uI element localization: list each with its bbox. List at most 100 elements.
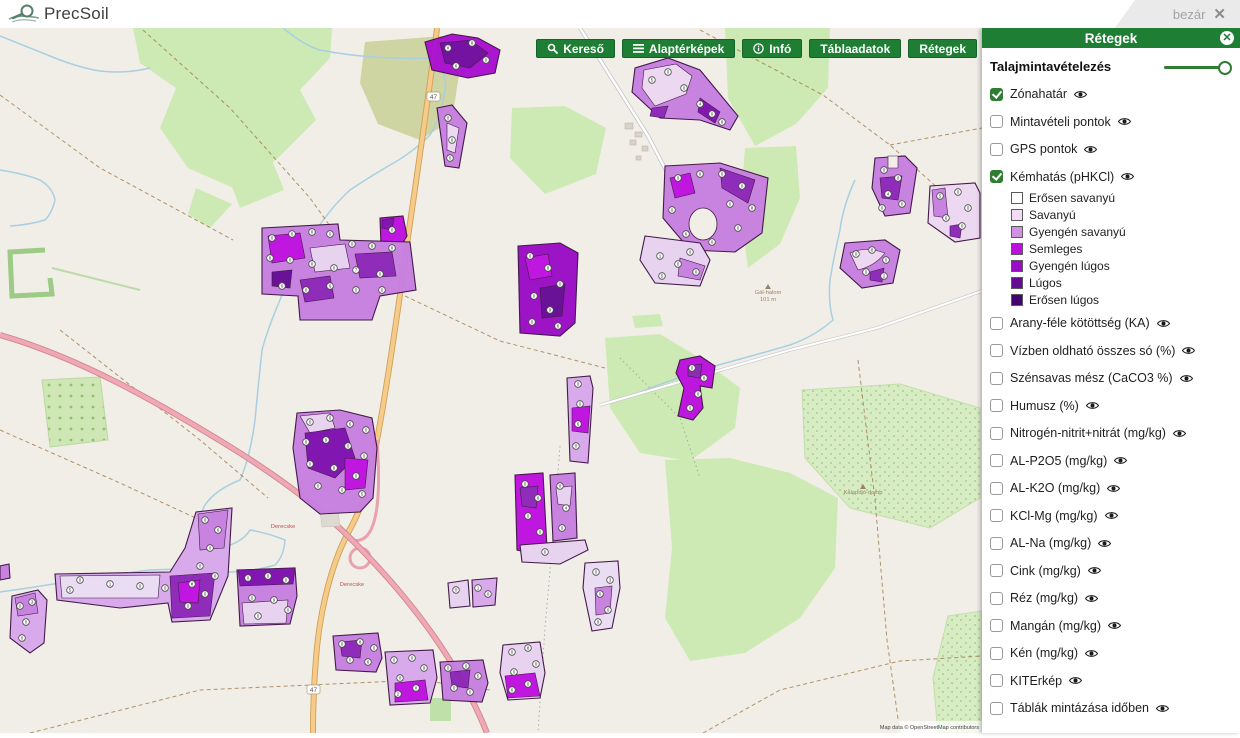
layer-checkbox[interactable]: [990, 372, 1003, 385]
map-base: [0, 28, 982, 733]
layer-checkbox[interactable]: [990, 509, 1003, 522]
layer-checkbox[interactable]: [990, 115, 1003, 128]
sample-marker-label: 0: [411, 656, 414, 661]
sample-marker-label: 0: [711, 240, 714, 245]
eye-icon[interactable]: [1069, 676, 1082, 685]
sample-marker-label: 0: [341, 488, 344, 493]
layer-checkbox[interactable]: [990, 702, 1003, 715]
layer-row: KITErkép: [990, 674, 1230, 688]
sample-marker-label: 6: [511, 688, 514, 693]
layer-checkbox[interactable]: [990, 454, 1003, 467]
sample-marker-label: 6: [451, 138, 454, 143]
sample-marker-label: 0: [885, 258, 888, 263]
layer-label: Mintavételi pontok: [1010, 115, 1111, 129]
sample-marker-label: 0: [531, 320, 534, 325]
precsoil-logo-icon: [8, 3, 40, 25]
layer-row: AL-Na (mg/kg): [990, 536, 1230, 550]
toolbar-button-kereső[interactable]: Kereső: [536, 39, 615, 58]
toolbar-button-label: Táblaadatok: [820, 42, 890, 56]
eye-icon[interactable]: [1085, 649, 1098, 658]
map-container[interactable]: 0806060500408090080060010050080090600400…: [0, 28, 982, 733]
sample-marker-label: 5: [651, 78, 654, 83]
layer-checkbox[interactable]: [990, 564, 1003, 577]
legend-label: Savanyú: [1029, 208, 1076, 222]
eye-icon[interactable]: [1157, 319, 1170, 328]
sample-marker-label: 0: [529, 254, 532, 259]
sample-marker-label: 4: [699, 102, 702, 107]
sample-marker-label: 0: [691, 366, 694, 371]
eye-icon[interactable]: [1114, 456, 1127, 465]
sample-marker-label: 0: [365, 428, 368, 433]
sample-marker-label: 0: [485, 58, 488, 63]
sample-marker-label: 0: [311, 262, 314, 267]
layers-panel-title: Rétegek: [982, 31, 1240, 46]
sample-marker-label: 4: [565, 506, 568, 511]
map-canvas[interactable]: 0806060500408090080060010050080090600400…: [0, 28, 982, 733]
layer-checkbox[interactable]: [990, 143, 1003, 156]
sample-marker-label: 0: [287, 608, 290, 613]
layer-list: ZónahatárMintavételi pontokGPS pontokKém…: [990, 87, 1230, 715]
toolbar-button-táblaadatok[interactable]: Táblaadatok: [809, 39, 901, 58]
sample-marker-label: 0: [381, 288, 384, 293]
eye-icon[interactable]: [1086, 401, 1099, 410]
layer-checkbox[interactable]: [990, 170, 1003, 183]
eye-icon[interactable]: [1105, 511, 1118, 520]
eye-icon[interactable]: [1156, 704, 1169, 713]
close-label: bezár: [1173, 7, 1206, 22]
sample-marker-label: 5: [939, 194, 942, 199]
layer-checkbox[interactable]: [990, 317, 1003, 330]
sample-marker-label: 0: [251, 596, 254, 601]
sample-marker-label: 0: [164, 586, 167, 591]
eye-icon[interactable]: [1121, 172, 1134, 181]
sample-marker-label: 0: [379, 272, 382, 277]
eye-icon[interactable]: [1085, 594, 1098, 603]
eye-icon[interactable]: [1088, 566, 1101, 575]
layer-checkbox[interactable]: [990, 88, 1003, 101]
sample-marker-label: 0: [317, 484, 320, 489]
app-title: PrecSoil: [44, 4, 109, 24]
layer-label: Réz (mg/kg): [1010, 591, 1078, 605]
eye-icon[interactable]: [1098, 539, 1111, 548]
sample-marker-label: 1: [659, 254, 662, 259]
sample-marker-label: 0: [271, 236, 274, 241]
layer-checkbox[interactable]: [990, 537, 1003, 550]
toolbar-button-alaptérképek[interactable]: Alaptérképek: [622, 39, 735, 58]
eye-icon[interactable]: [1108, 621, 1121, 630]
sample-marker-label: 0: [19, 604, 22, 609]
opacity-slider[interactable]: [1164, 61, 1230, 73]
toolbar-button-infó[interactable]: Infó: [742, 39, 802, 58]
sample-marker-label: 0: [393, 658, 396, 663]
app-close-button[interactable]: bezár ✕: [1115, 0, 1240, 28]
info-icon: [753, 43, 764, 54]
eye-icon[interactable]: [1074, 90, 1087, 99]
slider-handle[interactable]: [1218, 61, 1232, 75]
eye-icon[interactable]: [1180, 374, 1193, 383]
layers-panel-close-icon[interactable]: ✕: [1220, 31, 1234, 45]
eye-icon[interactable]: [1118, 117, 1131, 126]
layer-checkbox[interactable]: [990, 619, 1003, 632]
eye-icon[interactable]: [1107, 484, 1120, 493]
toolbar-button-label: Infó: [769, 42, 791, 56]
legend-row: Erősen savanyú: [1011, 191, 1230, 204]
layer-checkbox[interactable]: [990, 482, 1003, 495]
sample-marker-label: 0: [305, 440, 308, 445]
layer-checkbox[interactable]: [990, 647, 1003, 660]
layer-checkbox[interactable]: [990, 344, 1003, 357]
layer-checkbox[interactable]: [990, 674, 1003, 687]
layer-label: Cink (mg/kg): [1010, 564, 1081, 578]
precsoil-app: { "header": { "app_name": "PrecSoil", "c…: [0, 0, 1240, 733]
eye-icon[interactable]: [1173, 429, 1186, 438]
eye-icon[interactable]: [1182, 346, 1195, 355]
toolbar-button-rétegek[interactable]: Rétegek: [908, 39, 977, 58]
place-label: 101 m: [760, 297, 776, 303]
sample-marker-label: 0: [281, 284, 284, 289]
layer-checkbox[interactable]: [990, 427, 1003, 440]
sample-marker-label: 0: [967, 206, 970, 211]
sample-marker-label: 0: [577, 382, 580, 387]
eye-icon[interactable]: [1084, 145, 1097, 154]
sample-marker-label: 6: [329, 284, 332, 289]
sample-marker-label: 3: [609, 578, 612, 583]
layer-checkbox[interactable]: [990, 399, 1003, 412]
sample-marker-label: 0: [447, 116, 450, 121]
layer-checkbox[interactable]: [990, 592, 1003, 605]
